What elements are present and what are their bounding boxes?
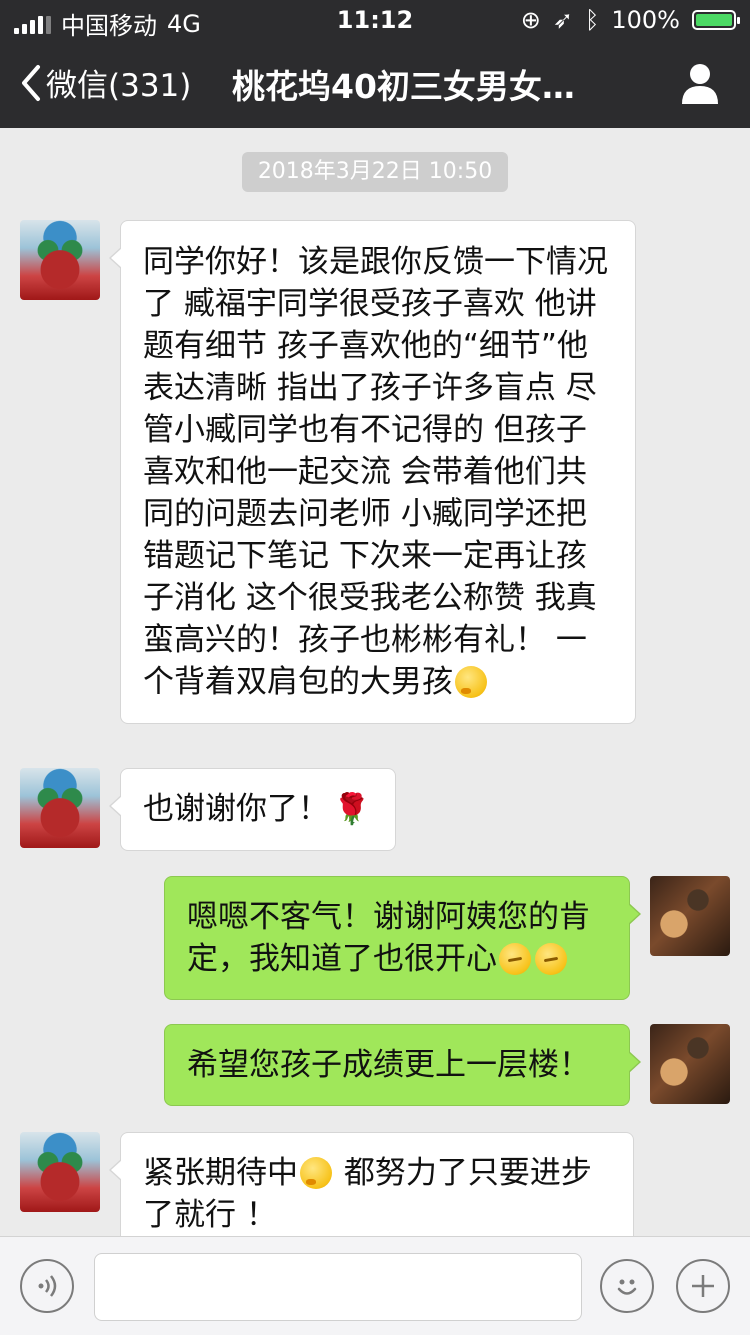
bluetooth-icon: ᛒ <box>584 6 600 34</box>
message-bubble-incoming[interactable]: 同学你好！该是跟你反馈一下情况了 臧福宇同学很受孩子喜欢 他讲题有细节 孩子喜欢… <box>109 220 636 724</box>
status-right: ⊕ ➶ ᛒ 100% <box>520 6 740 34</box>
chat-title: 桃花坞40初三女男女… <box>232 67 575 106</box>
battery-icon <box>692 10 740 30</box>
my-avatar[interactable] <box>650 876 730 956</box>
emoji-button[interactable] <box>600 1259 654 1313</box>
smirk-emoji-icon <box>535 943 567 975</box>
status-bar: 中国移动 4G 11:12 ⊕ ➶ ᛒ 100% <box>0 0 750 40</box>
contact-avatar[interactable] <box>20 1132 100 1212</box>
message-text: 同学你好！该是跟你反馈一下情况了 臧福宇同学很受孩子喜欢 他讲题有细节 孩子喜欢… <box>143 244 608 700</box>
plus-icon <box>692 1275 714 1297</box>
location-icon: ➶ <box>552 6 573 34</box>
nav-bar: 微信(331) 桃花坞40初三女男女… <box>0 40 750 128</box>
contact-avatar[interactable] <box>20 220 100 300</box>
message-input[interactable] <box>94 1253 582 1321</box>
back-button[interactable]: 微信(331) <box>18 60 191 105</box>
message-text: 也谢谢你了！ <box>143 791 329 827</box>
voice-button[interactable] <box>20 1259 74 1313</box>
my-avatar[interactable] <box>650 1024 730 1104</box>
message-bubble-outgoing[interactable]: 希望您孩子成绩更上一层楼！ <box>164 1024 641 1106</box>
message-timestamp: 2018年3月22日 10:50 <box>242 152 508 192</box>
rose-emoji-icon: 🌹 <box>333 792 371 827</box>
message-text: 希望您孩子成绩更上一层楼！ <box>187 1047 590 1083</box>
message-bubble-incoming[interactable]: 也谢谢你了！ 🌹 <box>109 768 396 851</box>
back-label: 微信(331) <box>46 68 192 104</box>
voice-icon <box>38 1275 57 1297</box>
message-bubble-outgoing[interactable]: 嗯嗯不客气！谢谢阿姨您的肯定，我知道了也很开心 <box>164 876 641 1000</box>
thinking-emoji-icon <box>300 1157 332 1189</box>
add-button[interactable] <box>676 1259 730 1313</box>
input-bar <box>0 1236 750 1335</box>
smirk-emoji-icon <box>499 943 531 975</box>
rotation-lock-icon: ⊕ <box>520 6 541 34</box>
emoji-icon <box>617 1279 637 1295</box>
battery-percent: 100% <box>611 6 680 34</box>
chevron-left-icon <box>22 64 40 101</box>
contact-avatar[interactable] <box>20 768 100 848</box>
message-text-part-a: 紧张期待中 <box>143 1155 298 1191</box>
person-icon[interactable] <box>680 62 720 104</box>
thinking-emoji-icon <box>455 666 487 698</box>
